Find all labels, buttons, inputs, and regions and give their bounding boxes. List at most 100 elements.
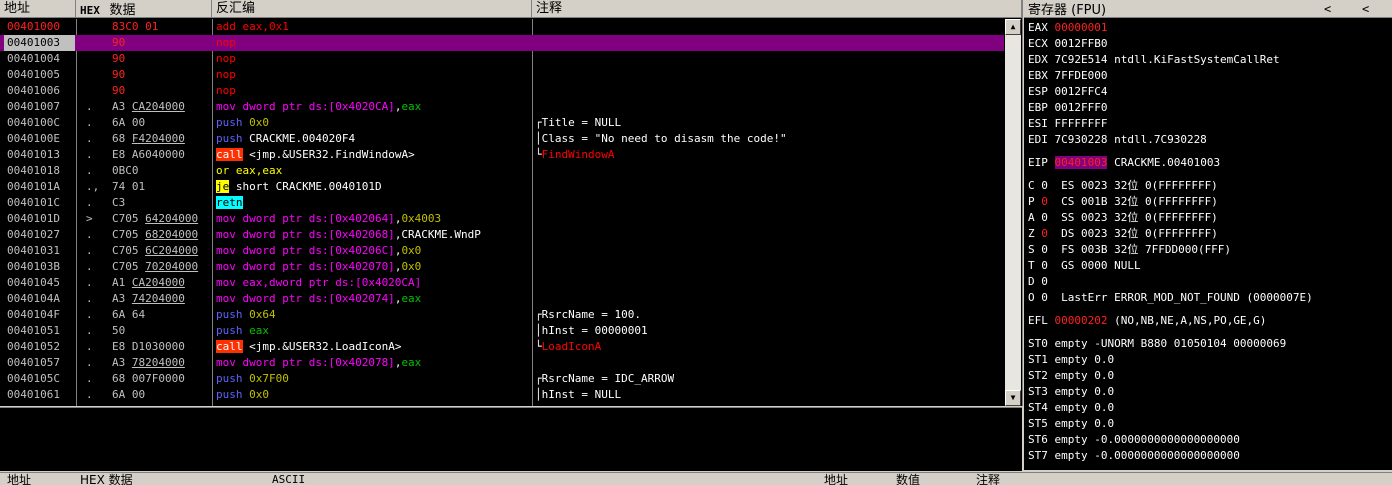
register-line[interactable]: ST1 empty 0.0: [1028, 352, 1114, 368]
column-header-disasm[interactable]: 反汇编: [212, 0, 532, 18]
register-line[interactable]: A 0 SS 0023 32位 0(FFFFFFFF): [1028, 210, 1218, 226]
disasm-row[interactable]: 00401031. C705 6C204000 mov dword ptr ds:[…: [0, 243, 1004, 259]
register-line[interactable]: EFL 00000202 (NO,NB,NE,A,NS,PO,GE,G): [1028, 313, 1266, 329]
row-hex: 90: [112, 36, 126, 49]
register-line[interactable]: ST3 empty 0.0: [1028, 384, 1114, 400]
disasm-row[interactable]: 00401052. E8 D1030000 call <jmp.&USER32.Lo…: [0, 339, 1004, 355]
row-comment: [535, 67, 1003, 83]
dump-column-address[interactable]: 地址: [7, 474, 31, 485]
disasm-row[interactable]: 00401000 83C0 01 add eax,0x1: [0, 19, 1004, 35]
column-header-hex[interactable]: HEX 数据: [76, 0, 212, 18]
register-name: ST6 empty -0.0000000000000000000: [1028, 433, 1240, 446]
scroll-up-button[interactable]: ▲: [1005, 19, 1021, 35]
register-line[interactable]: ST0 empty -UNORM B880 01050104 00000069: [1028, 336, 1286, 352]
register-line[interactable]: ST2 empty 0.0: [1028, 368, 1114, 384]
row-marker: .: [86, 148, 93, 161]
disasm-row[interactable]: 00401006 90 nop: [0, 83, 1004, 99]
register-line[interactable]: C 0 ES 0023 32位 0(FFFFFFFF): [1028, 178, 1218, 194]
disasm-row[interactable]: 00401051. 50 push eax │hInst = 00000001: [0, 323, 1004, 339]
register-line[interactable]: EDX 7C92E514 ntdll.KiFastSystemCallRet: [1028, 52, 1280, 68]
register-line[interactable]: ST7 empty -0.0000000000000000000: [1028, 448, 1240, 464]
row-address: 00401051: [7, 324, 60, 337]
row-marker: .: [86, 164, 93, 177]
dump-column-ascii[interactable]: ASCII: [272, 474, 305, 485]
disasm-row[interactable]: 00401027. C705 68204000 mov dword ptr ds:[…: [0, 227, 1004, 243]
register-line[interactable]: EBP 0012FFF0: [1028, 100, 1107, 116]
row-address: 00401045: [7, 276, 60, 289]
column-header-comment[interactable]: 注释: [532, 0, 1022, 18]
register-line[interactable]: O 0 LastErr ERROR_MOD_NOT_FOUND (0000007…: [1028, 290, 1313, 306]
register-line[interactable]: ST6 empty -0.0000000000000000000: [1028, 432, 1240, 448]
register-line[interactable]: ST4 empty 0.0: [1028, 400, 1114, 416]
register-line[interactable]: ECX 0012FFB0: [1028, 36, 1107, 52]
nav-next-button[interactable]: <: [1362, 0, 1369, 18]
row-hex: E8 A6040000: [112, 148, 185, 161]
disasm-row[interactable]: 00401045. A1 CA204000 mov eax,dword ptr ds…: [0, 275, 1004, 291]
row-address: 00401013: [7, 148, 60, 161]
disasm-row[interactable]: 00401004 90 nop: [0, 51, 1004, 67]
disasm-row[interactable]: 0040101D > C705 64204000 mov dword ptr ds:[…: [0, 211, 1004, 227]
disasm-row[interactable]: 00401003 90 nop: [0, 35, 1004, 51]
nav-prev-button[interactable]: <: [1324, 0, 1331, 18]
register-line[interactable]: ESI FFFFFFFF: [1028, 116, 1107, 132]
disasm-row[interactable]: 00401057. A3 78204000 mov dword ptr ds:[0x…: [0, 355, 1004, 371]
disasm-row[interactable]: 0040105C. 68 007F0000 push 0x7F00 ┌RsrcName…: [0, 371, 1004, 387]
stack-column-value[interactable]: 数值: [896, 474, 920, 485]
registers-pane[interactable]: 寄存器 (FPU) < < EAX 00000001 ECX 0012FFB0 ED…: [1024, 0, 1392, 470]
row-hex: 90: [112, 52, 126, 65]
register-line[interactable]: S 0 FS 003B 32位 7FFDD000(FFF): [1028, 242, 1231, 258]
row-address: 00401027: [7, 228, 60, 241]
disasm-row[interactable]: 0040100C. 6A 00 push 0x0 ┌Title = NULL: [0, 115, 1004, 131]
column-header-address[interactable]: 地址: [0, 0, 76, 18]
disasm-token: add eax,0x1: [216, 20, 289, 33]
disasm-row[interactable]: 00401061. 6A 00 push 0x0 │hInst = NULL: [0, 387, 1004, 403]
disasm-row[interactable]: 0040101C. C3 retn: [0, 195, 1004, 211]
register-line[interactable]: EBX 7FFDE000: [1028, 68, 1107, 84]
disasm-row[interactable]: 00401007. A3 CA204000 mov dword ptr ds:[0x…: [0, 99, 1004, 115]
row-marker: [86, 51, 106, 67]
register-line[interactable]: P 0 CS 001B 32位 0(FFFFFFFF): [1028, 194, 1218, 210]
hex-operand: 74204000: [131, 292, 185, 305]
register-line[interactable]: EAX 00000001: [1028, 20, 1107, 36]
flag-value: 0: [1041, 227, 1048, 240]
row-address: 0040105C: [7, 372, 60, 385]
row-marker: .: [86, 340, 93, 353]
dump-column-hex[interactable]: HEX 数据: [80, 474, 133, 485]
disasm-row[interactable]: 0040104A. A3 74204000 mov dword ptr ds:[0x…: [0, 291, 1004, 307]
register-line[interactable]: EIP 00401003 CRACKME.00401003: [1028, 155, 1220, 171]
disasm-row[interactable]: 0040104F. 6A 64 push 0x64 ┌RsrcName = 100.: [0, 307, 1004, 323]
disasm-token: mov dword ptr ds:[0x402064]: [216, 212, 395, 225]
row-comment: [535, 291, 1003, 307]
row-comment: └LoadIconA: [535, 339, 1003, 355]
hex-opcode: C705: [112, 244, 146, 257]
stack-column-address[interactable]: 地址: [824, 474, 848, 485]
row-disasm: nop: [216, 51, 531, 67]
row-hex: 68 F4204000: [112, 131, 210, 147]
disasm-row[interactable]: 0040100E. 68 F4204000 push CRACKME.004020F…: [0, 131, 1004, 147]
registers-header[interactable]: 寄存器 (FPU) < <: [1024, 0, 1392, 18]
register-line[interactable]: ESP 0012FFC4: [1028, 84, 1107, 100]
register-line[interactable]: T 0 GS 0000 NULL: [1028, 258, 1141, 274]
info-pane[interactable]: [0, 407, 1022, 471]
disasm-row[interactable]: 00401013. E8 A6040000 call <jmp.&USER32.Fi…: [0, 147, 1004, 163]
register-line[interactable]: ST5 empty 0.0: [1028, 416, 1114, 432]
stack-column-comment[interactable]: 注释: [976, 474, 1000, 485]
scroll-down-button[interactable]: ▼: [1005, 390, 1021, 406]
disassembly-pane[interactable]: 地址 HEX 数据 反汇编 注释 00401000 83C0 01 add eax,…: [0, 0, 1023, 406]
row-address: 0040100C: [7, 116, 60, 129]
row-comment: [535, 163, 1003, 179]
disasm-row[interactable]: 0040101A., 74 01 je short CRACKME.0040101D: [0, 179, 1004, 195]
comment-token: ┌Title = NULL: [535, 116, 622, 129]
vertical-scrollbar[interactable]: ▲ ▼: [1005, 19, 1021, 406]
disasm-token: mov dword ptr ds:[0x40206C]: [216, 244, 395, 257]
disasm-row[interactable]: 00401005 90 nop: [0, 67, 1004, 83]
disasm-row[interactable]: 0040103B. C705 70204000 mov dword ptr ds:[…: [0, 259, 1004, 275]
register-line[interactable]: Z 0 DS 0023 32位 0(FFFFFFFF): [1028, 226, 1218, 242]
register-line[interactable]: EDI 7C930228 ntdll.7C930228: [1028, 132, 1207, 148]
disasm-token: mov dword ptr ds:[0x402078]: [216, 356, 395, 369]
disasm-row[interactable]: 00401018. 0BC0 or eax,eax: [0, 163, 1004, 179]
registers-title: 寄存器 (FPU): [1028, 3, 1107, 18]
register-line[interactable]: D 0: [1028, 274, 1048, 290]
row-hex: A3 CA204000: [112, 99, 210, 115]
disasm-token: or: [216, 164, 236, 177]
